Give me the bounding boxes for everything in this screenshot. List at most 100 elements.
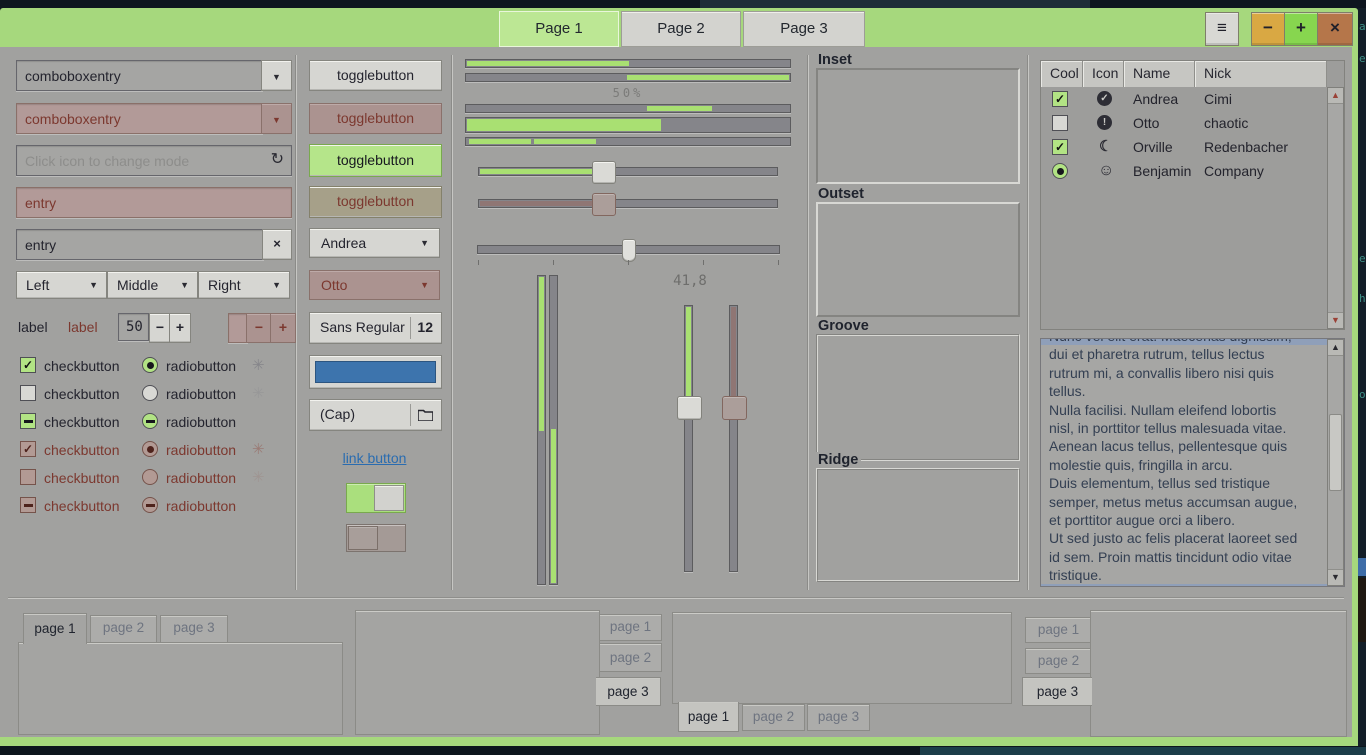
checkbutton-label[interactable]: checkbutton	[44, 358, 120, 374]
checkbutton-label: checkbutton	[44, 498, 120, 514]
hscale-disabled-handle	[592, 193, 616, 216]
spinbutton-disabled-minus-button: −	[246, 313, 272, 343]
switch-on[interactable]	[346, 483, 406, 513]
radio-dot	[147, 446, 154, 453]
table-row[interactable]: ☺ Benjamin Company	[1041, 159, 1327, 183]
mode-entry-input[interactable]	[17, 146, 291, 175]
radiobutton-label[interactable]: radiobutton	[166, 386, 236, 402]
radiobutton-checked[interactable]	[1052, 163, 1068, 179]
hscale-marks-handle[interactable]	[622, 239, 636, 262]
notebook-bottom-tab-page2: page 2	[742, 704, 805, 731]
spinbutton-plus-button[interactable]: +	[169, 313, 191, 343]
minimize-button[interactable]: −	[1251, 12, 1285, 46]
radiobutton-label[interactable]: radiobutton	[166, 414, 236, 430]
exclaim-mark: !	[1103, 117, 1106, 128]
clear-entry-button[interactable]: ×	[262, 229, 292, 260]
radiobutton-unchecked[interactable]	[142, 385, 158, 401]
exclamation-circle-icon: !	[1097, 115, 1112, 130]
titlebar-tab-page2[interactable]: Page 2	[621, 11, 741, 47]
table-row[interactable]: ✓ ☾ Orville Redenbacher	[1041, 135, 1327, 159]
scrollbar-up-icon[interactable]: ▲	[1328, 88, 1343, 104]
scrollbar-thumb[interactable]	[1329, 414, 1342, 491]
text-line: semper, metus metus accumsan augue,	[1041, 493, 1327, 511]
togglebutton[interactable]: togglebutton	[309, 60, 442, 91]
notebook-left-tab-page2: page 2	[1025, 648, 1092, 674]
table-row[interactable]: ! Otto chaotic	[1041, 111, 1327, 135]
scale-mark	[703, 260, 704, 265]
comboboxentry-disabled-input	[17, 104, 262, 133]
checkbox-checked[interactable]: ✓	[1052, 91, 1068, 107]
radiobutton-label[interactable]: radiobutton	[166, 358, 236, 374]
refresh-icon[interactable]: ↻	[271, 146, 284, 173]
radiobutton-mixed[interactable]	[142, 413, 158, 429]
tree-cell-name: Benjamin	[1133, 159, 1191, 183]
checkbox-unchecked[interactable]	[1052, 115, 1068, 131]
file-chooser-button[interactable]: (Cap)	[309, 399, 442, 431]
radiobutton-checked-disabled	[142, 441, 158, 457]
notebook-right-tab-page2: page 2	[599, 643, 662, 672]
scrollbar-up-icon[interactable]: ▲	[1328, 340, 1343, 356]
tree-column-header-icon[interactable]: Icon	[1083, 61, 1124, 87]
scrollbar-down-icon[interactable]: ▼	[1328, 312, 1343, 328]
tree-column-header-cool[interactable]: Cool	[1041, 61, 1083, 87]
progressbar-ltr	[465, 59, 791, 68]
background-window-fragment	[1358, 558, 1366, 576]
font-family-label: Sans Regular	[320, 313, 405, 342]
checkbutton-label[interactable]: checkbutton	[44, 414, 120, 430]
checkbox-unchecked[interactable]	[20, 385, 36, 401]
radiobutton-checked[interactable]	[142, 357, 158, 373]
hscale-handle[interactable]	[592, 161, 616, 184]
checkbutton-label[interactable]: checkbutton	[44, 386, 120, 402]
tree-column-header-name[interactable]: Name	[1124, 61, 1195, 87]
notebook-right-tab-page3[interactable]: page 3	[596, 677, 661, 706]
comboboxentry-disabled	[16, 103, 263, 134]
textview[interactable]: Nunc vel elit erat. Maecenas dignissim, …	[1040, 338, 1345, 587]
separator	[451, 55, 453, 590]
text-line: nisl, in porttitor tellus malesuada vita…	[1041, 419, 1327, 437]
notebook-top-tab-page1[interactable]: page 1	[23, 613, 87, 644]
text-line-selected: Nunc vel elit erat. Maecenas dignissim,	[1041, 338, 1327, 345]
scrollbar-down-icon[interactable]: ▼	[1328, 569, 1343, 585]
checkbox-checked[interactable]: ✓	[1052, 139, 1068, 155]
close-button[interactable]: ×	[1317, 12, 1353, 46]
color-button[interactable]	[309, 355, 442, 389]
spinner-icon: ✳	[252, 356, 265, 374]
togglebutton-active[interactable]: togglebutton	[309, 144, 442, 177]
radiobutton-label: radiobutton	[166, 498, 236, 514]
titlebar-tab-page3[interactable]: Page 3	[743, 11, 865, 47]
scale-fill	[480, 169, 605, 174]
spinbutton-minus-button[interactable]: −	[149, 313, 171, 343]
combobox[interactable]: Andrea▼	[309, 228, 440, 258]
text-line: et porttitor augue orci a libero.	[1041, 511, 1327, 529]
hscale-trough[interactable]	[478, 167, 778, 176]
vscale-disabled-handle	[722, 396, 747, 420]
widget-factory-window: Page 1 Page 2 Page 3 ≡ − + × ▼ ▼ ↻	[0, 8, 1358, 746]
spinbutton-value[interactable]: 50	[118, 313, 149, 341]
progress-fill	[551, 429, 556, 583]
notebook-bottom-tab-page1[interactable]: page 1	[678, 702, 739, 732]
notebook-left-tab-page3[interactable]: page 3	[1022, 677, 1092, 706]
frame-outset	[816, 202, 1020, 317]
background-terminal-text: e	[1359, 252, 1366, 265]
tree-scrollbar[interactable]: ▲ ▼	[1327, 87, 1344, 329]
comboboxentry-dropdown-button[interactable]: ▼	[261, 60, 292, 91]
table-row[interactable]: ✓ ✓ Andrea Cimi	[1041, 87, 1327, 111]
titlebar-tab-page1[interactable]: Page 1	[499, 11, 619, 47]
notebook-top-tab-page3: page 3	[160, 615, 228, 643]
checkbox-mixed[interactable]	[20, 413, 36, 429]
font-button[interactable]: Sans Regular 12	[309, 312, 442, 344]
checkbox-checked[interactable]: ✓	[20, 357, 36, 373]
linked-button-middle[interactable]: Middle▼	[107, 271, 198, 299]
linked-button-right[interactable]: Right▼	[198, 271, 290, 299]
chevron-down-icon: ▼	[272, 115, 281, 125]
linked-button-left[interactable]: Left▼	[16, 271, 107, 299]
tree-column-header-nick[interactable]: Nick	[1195, 61, 1327, 87]
vscale-trough[interactable]	[684, 305, 693, 572]
vscale-handle[interactable]	[677, 396, 702, 420]
link-button[interactable]: link button	[309, 450, 440, 466]
maximize-button[interactable]: +	[1284, 12, 1318, 46]
menu-icon[interactable]: ≡	[1205, 12, 1239, 46]
entry-clearable-input[interactable]	[17, 230, 263, 259]
textview-scrollbar[interactable]: ▲ ▼	[1327, 339, 1344, 586]
comboboxentry-input[interactable]	[17, 61, 262, 90]
